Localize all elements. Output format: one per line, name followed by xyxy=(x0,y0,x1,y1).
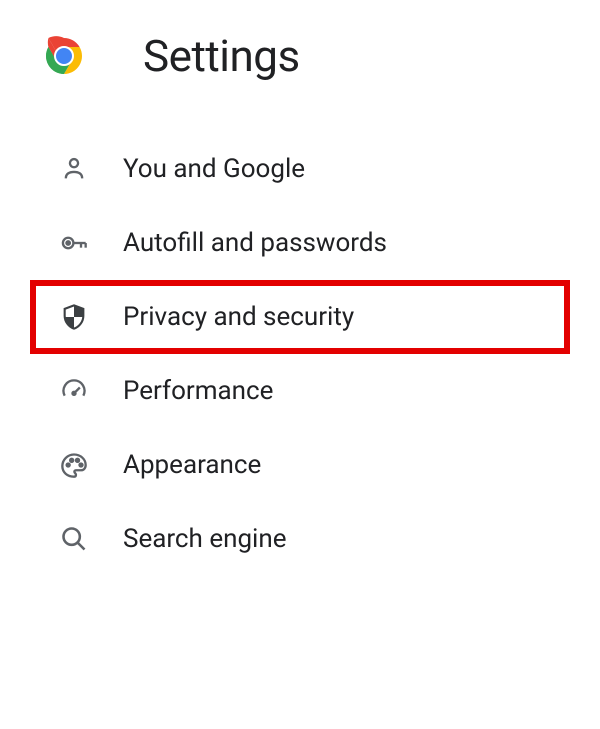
menu-item-privacy-security[interactable]: Privacy and security xyxy=(30,280,570,354)
person-icon xyxy=(60,155,88,183)
menu-item-label: Autofill and passwords xyxy=(123,228,387,258)
search-icon xyxy=(60,525,88,553)
settings-header: Settings xyxy=(30,30,570,82)
menu-item-you-and-google[interactable]: You and Google xyxy=(30,132,570,206)
settings-menu: You and Google Autofill and passwords Pr… xyxy=(30,132,570,576)
page-title: Settings xyxy=(143,30,300,82)
key-icon xyxy=(60,229,88,257)
shield-icon xyxy=(60,303,88,331)
menu-item-appearance[interactable]: Appearance xyxy=(30,428,570,502)
palette-icon xyxy=(60,451,88,479)
menu-item-autofill[interactable]: Autofill and passwords xyxy=(30,206,570,280)
menu-item-label: Privacy and security xyxy=(123,302,354,332)
menu-item-label: Search engine xyxy=(123,524,287,554)
menu-item-label: Appearance xyxy=(123,450,261,480)
menu-item-label: Performance xyxy=(123,376,273,406)
menu-item-performance[interactable]: Performance xyxy=(30,354,570,428)
menu-item-label: You and Google xyxy=(123,154,305,184)
menu-item-search-engine[interactable]: Search engine xyxy=(30,502,570,576)
speedometer-icon xyxy=(60,377,88,405)
chrome-logo-icon xyxy=(40,32,88,80)
